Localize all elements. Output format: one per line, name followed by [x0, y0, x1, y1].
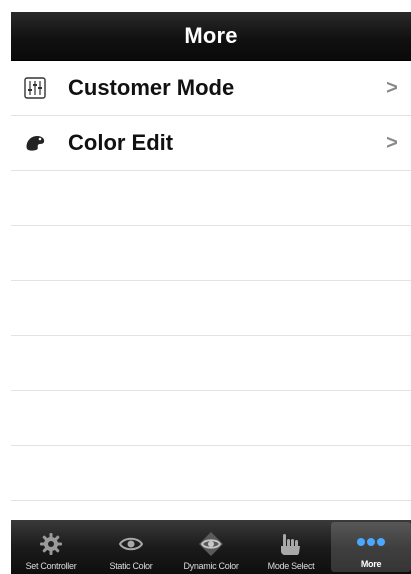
hand-icon: [280, 531, 302, 557]
empty-row: [11, 336, 411, 391]
list-item-customer-mode[interactable]: Customer Mode >: [11, 61, 411, 116]
more-list: Customer Mode > Color Edit >: [11, 61, 411, 501]
empty-row: [11, 171, 411, 226]
tab-static-color[interactable]: Static Color: [91, 520, 171, 574]
navigation-bar: More: [11, 12, 411, 61]
list-item-label: Color Edit: [68, 130, 174, 155]
empty-row: [11, 226, 411, 281]
tab-bar: Set Controller Static Color Dynamic Colo…: [11, 520, 411, 574]
more-dots-icon: [356, 529, 386, 555]
empty-row: [11, 281, 411, 336]
dynamic-eye-icon: [198, 531, 224, 557]
tab-label: Static Color: [109, 561, 153, 571]
chevron-right-icon: >: [386, 76, 398, 99]
equalizer-icon: [24, 77, 46, 99]
tab-set-controller[interactable]: Set Controller: [11, 520, 91, 574]
empty-row: [11, 446, 411, 501]
eye-icon: [119, 531, 143, 557]
palette-icon: [24, 132, 46, 154]
list-item-label: Customer Mode: [68, 75, 235, 100]
tab-label: Dynamic Color: [183, 561, 239, 571]
app-screen: More Customer Mode > Color Edit > Set Co…: [11, 12, 411, 574]
empty-row: [11, 391, 411, 446]
tab-label: Mode Select: [267, 561, 315, 571]
tab-label: Set Controller: [25, 561, 77, 571]
gear-icon: [39, 531, 63, 557]
tab-more[interactable]: More: [331, 522, 411, 572]
tab-mode-select[interactable]: Mode Select: [251, 520, 331, 574]
list-item-color-edit[interactable]: Color Edit >: [11, 116, 411, 171]
tab-label: More: [360, 559, 382, 569]
chevron-right-icon: >: [386, 131, 398, 154]
tab-dynamic-color[interactable]: Dynamic Color: [171, 520, 251, 574]
page-title: More: [184, 23, 238, 48]
